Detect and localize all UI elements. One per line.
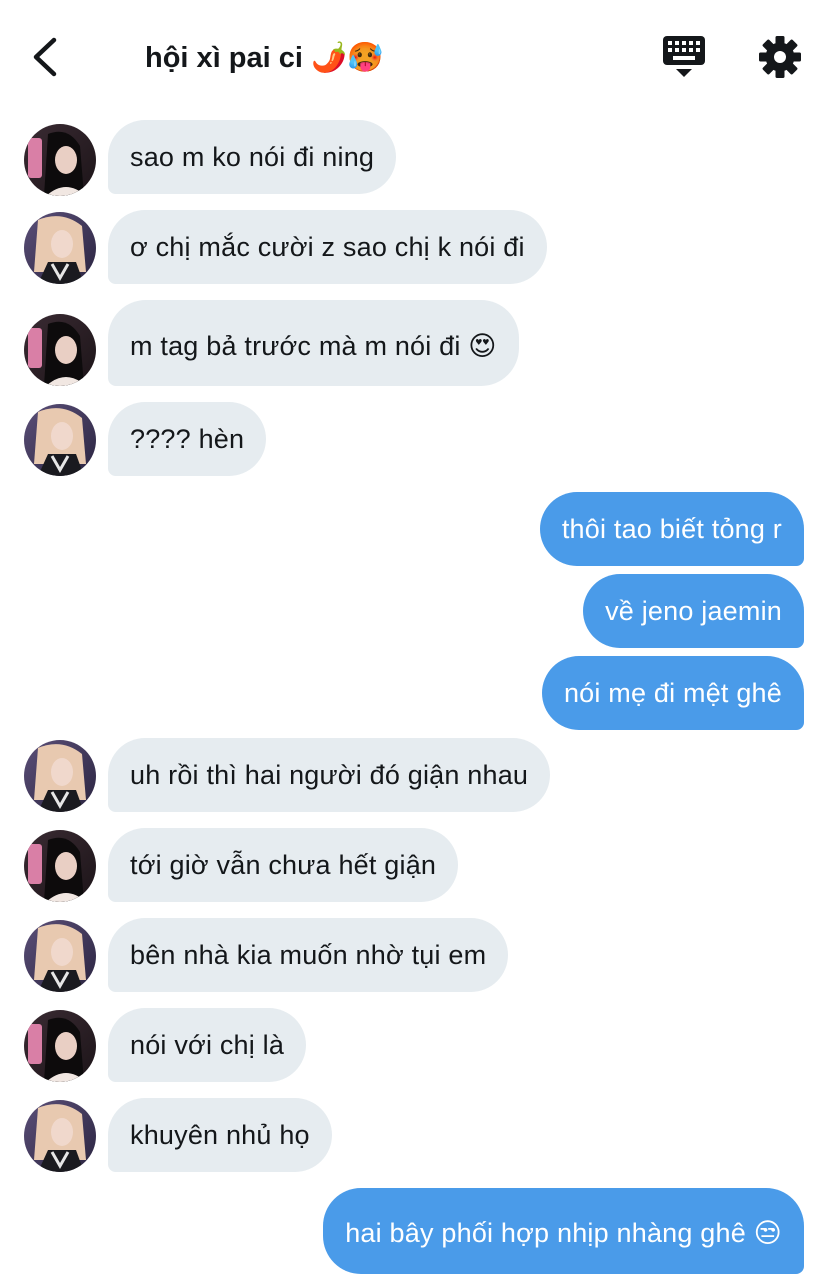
message-text: ???? hèn — [130, 424, 245, 454]
message-text: uh rồi thì hai người đó giận nhau — [130, 760, 529, 790]
avatar[interactable] — [24, 1010, 96, 1082]
incoming-message-bubble[interactable]: m tag bả trước mà m nói đi 😍 — [108, 300, 519, 386]
incoming-message-bubble[interactable]: sao m ko nói đi ning — [108, 120, 397, 194]
avatar[interactable] — [24, 404, 96, 476]
message-text: tới giờ vẫn chưa hết giận — [130, 850, 437, 880]
avatar[interactable] — [24, 1100, 96, 1172]
avatar[interactable] — [24, 212, 96, 284]
outgoing-message-bubble[interactable]: thôi tao biết tỏng r — [539, 492, 804, 566]
message-text: nói mẹ đi mệt ghê — [563, 678, 782, 708]
outgoing-message-bubble[interactable]: về jeno jaemin — [583, 574, 804, 648]
incoming-message-bubble[interactable]: khuyên nhủ họ — [108, 1098, 332, 1172]
incoming-message-bubble[interactable]: uh rồi thì hai người đó giận nhau — [108, 738, 551, 812]
avatar[interactable] — [24, 920, 96, 992]
avatar[interactable] — [24, 314, 96, 386]
incoming-message-bubble[interactable]: nói với chị là — [108, 1008, 307, 1082]
outgoing-message-bubble[interactable]: hai bây phối hợp nhịp nhàng ghê 😒 — [323, 1188, 804, 1274]
incoming-message-bubble[interactable]: ???? hèn — [108, 402, 267, 476]
message-text: m tag bả trước mà m nói đi 😍 — [130, 331, 497, 361]
message-text: nói với chị là — [130, 1030, 285, 1060]
message-text: thôi tao biết tỏng r — [561, 514, 782, 544]
avatar[interactable] — [24, 740, 96, 812]
avatar[interactable] — [24, 830, 96, 902]
incoming-message-bubble[interactable]: tới giờ vẫn chưa hết giận — [108, 828, 459, 902]
message-text: sao m ko nói đi ning — [130, 142, 375, 172]
message-text: khuyên nhủ họ — [130, 1120, 310, 1150]
message-list[interactable]: sao m ko nói đi ning ơ chị mắc cười z sa… — [0, 0, 828, 1278]
incoming-message-bubble[interactable]: ơ chị mắc cười z sao chị k nói đi — [108, 210, 547, 284]
incoming-message-bubble[interactable]: bên nhà kia muốn nhờ tụi em — [108, 918, 509, 992]
outgoing-message-bubble[interactable]: nói mẹ đi mệt ghê — [541, 656, 804, 730]
message-text: hai bây phối hợp nhịp nhàng ghê 😒 — [345, 1218, 782, 1248]
message-text: về jeno jaemin — [605, 596, 782, 626]
message-text: ơ chị mắc cười z sao chị k nói đi — [130, 232, 525, 262]
message-text: bên nhà kia muốn nhờ tụi em — [130, 940, 487, 970]
avatar[interactable] — [24, 124, 96, 196]
